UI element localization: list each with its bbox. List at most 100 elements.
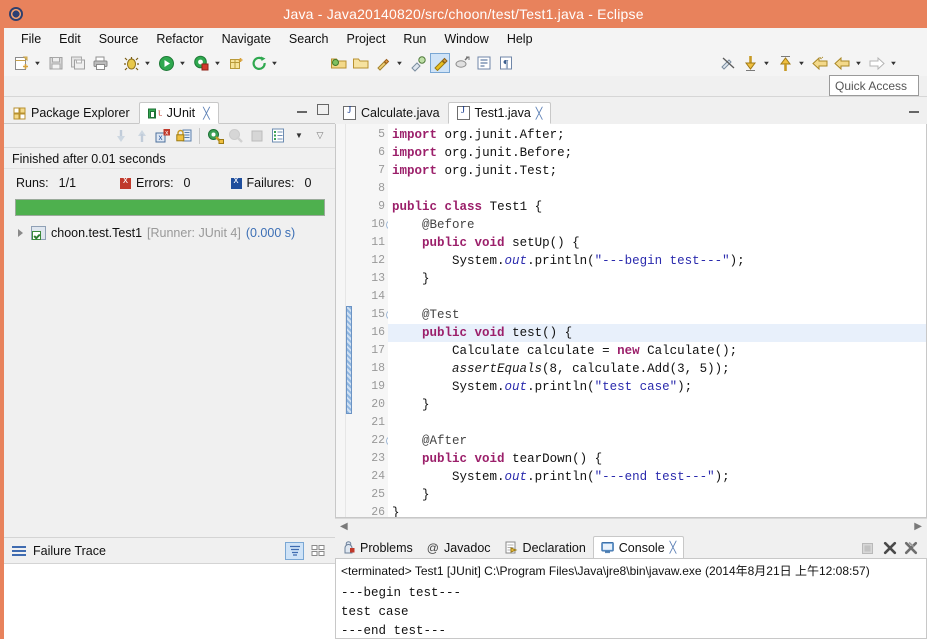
back-icon[interactable] [810,53,830,73]
menu-source[interactable]: Source [90,30,148,48]
tab-javadoc[interactable]: @ Javadoc [420,536,498,559]
junit-view: Package Explorer U JUnit ╳ [4,100,335,639]
last-edit-location-icon[interactable] [452,53,472,73]
open-task-icon[interactable] [351,53,371,73]
scroll-right-icon[interactable]: ▶ [914,521,922,532]
external-tools-icon[interactable] [248,53,268,73]
remove-all-terminated-launches-icon[interactable] [904,541,919,555]
tab-calculate-java[interactable]: Calculate.java [335,102,448,124]
next-annotation-dropdown-icon[interactable] [761,54,772,72]
back-dropdown-icon[interactable] [853,54,864,72]
block-selection-icon[interactable]: ¶ [496,53,516,73]
tab-console[interactable]: Console ╳ [593,536,685,559]
run-icon[interactable] [156,53,176,73]
tab-package-explorer[interactable]: Package Explorer [4,102,139,124]
minimize-icon[interactable] [296,104,309,115]
terminate-icon[interactable] [860,541,875,555]
junit-counters: Runs: 1/1 Errors: 0 Failures: 0 [4,169,335,197]
line-number-gutter: 5678910111213141516171819202122232425262… [346,124,388,517]
next-annotation-icon[interactable] [740,53,760,73]
test-tree-row[interactable]: choon.test.Test1 [Runner: JUnit 4] (0.00… [16,226,335,240]
source-code[interactable]: import org.junit.After;import org.junit.… [388,124,926,517]
stop-icon[interactable] [248,127,266,145]
quick-access-input[interactable]: Quick Access [829,75,919,96]
close-icon[interactable]: ╳ [203,107,210,120]
editor-horizontal-scrollbar[interactable]: ◀ ▶ [335,518,927,534]
previous-annotation-icon[interactable] [775,53,795,73]
scroll-left-icon[interactable]: ◀ [340,521,348,532]
failure-trace-content[interactable] [4,563,335,639]
next-failure-icon[interactable] [112,127,130,145]
test-run-history-icon[interactable] [269,127,287,145]
close-icon[interactable]: ╳ [536,107,543,120]
line-number: 24 [346,468,388,486]
minimize-view-icon[interactable]: ▽ [311,127,329,145]
filter-stack-trace-icon[interactable] [285,542,304,560]
back-history-icon[interactable] [832,53,852,73]
code-line: public void tearDown() { [388,450,926,468]
new-java-package-icon[interactable] [226,53,246,73]
tab-console-label: Console [619,541,665,555]
editor-minimize-icon[interactable] [908,104,921,115]
maximize-icon[interactable] [317,104,329,115]
forward-icon[interactable] [867,53,887,73]
line-number: 14 [346,288,388,306]
previous-failure-icon[interactable] [133,127,151,145]
run-dropdown-icon[interactable] [177,54,188,72]
show-failures-only-icon[interactable]: x x [154,127,172,145]
open-type-icon[interactable] [329,53,349,73]
show-whitespace-icon[interactable] [474,53,494,73]
tab-problems[interactable]: Problems [335,536,420,559]
pin-editor-icon[interactable] [408,53,428,73]
compare-result-icon[interactable] [308,542,327,560]
view-menu-icon[interactable]: ▼ [290,127,308,145]
close-icon[interactable]: ╳ [670,541,677,554]
code-line: @After [388,432,926,450]
menu-refactor[interactable]: Refactor [147,30,212,48]
run-coverage-dropdown-icon[interactable] [212,54,223,72]
menu-navigate[interactable]: Navigate [213,30,280,48]
menu-project[interactable]: Project [338,30,395,48]
toggle-mark-occurrences-icon[interactable] [430,53,450,73]
line-number: 20 [346,396,388,414]
expand-arrow-icon[interactable] [16,228,26,238]
menu-run[interactable]: Run [394,30,435,48]
editor-area: Calculate.java Test1.java ╳ 567891011121… [335,100,927,534]
search-dropdown-icon[interactable] [394,54,405,72]
new-wizard-icon[interactable] [11,53,31,73]
menu-edit[interactable]: Edit [50,30,90,48]
run-coverage-icon[interactable] [191,53,211,73]
external-tools-dropdown-icon[interactable] [269,54,280,72]
new-wizard-dropdown-icon[interactable] [32,54,43,72]
save-icon[interactable] [46,53,66,73]
console-output-lines: ---begin test---test case---end test--- [341,584,926,639]
javadoc-icon: @ [427,541,439,555]
toggle-breadcrumb-icon[interactable] [718,53,738,73]
tab-declaration[interactable]: Declaration [498,536,593,559]
junit-progress-fill [16,200,324,215]
scroll-lock-icon[interactable] [175,127,193,145]
menu-file[interactable]: File [12,30,50,48]
debug-icon[interactable] [121,53,141,73]
failures-value: 0 [304,176,311,190]
console-icon [601,541,614,554]
declaration-icon [505,541,518,554]
search-icon[interactable] [373,53,393,73]
remove-launch-icon[interactable] [882,541,897,555]
save-all-icon[interactable] [68,53,88,73]
tab-junit[interactable]: U JUnit ╳ [139,102,219,124]
rerun-test-failures-icon[interactable] [227,127,245,145]
tab-test1-java[interactable]: Test1.java ╳ [448,102,552,124]
errors-label: Errors: [136,176,174,190]
previous-annotation-dropdown-icon[interactable] [796,54,807,72]
print-icon[interactable] [90,53,110,73]
rerun-test-icon[interactable] [206,127,224,145]
console-line: ---end test--- [341,622,926,639]
debug-dropdown-icon[interactable] [142,54,153,72]
menu-window[interactable]: Window [435,30,497,48]
menu-help[interactable]: Help [498,30,542,48]
menu-search[interactable]: Search [280,30,338,48]
code-editor[interactable]: 5678910111213141516171819202122232425262… [335,124,927,518]
console-output[interactable]: <terminated> Test1 [JUnit] C:\Program Fi… [335,559,927,639]
forward-dropdown-icon[interactable] [888,54,899,72]
